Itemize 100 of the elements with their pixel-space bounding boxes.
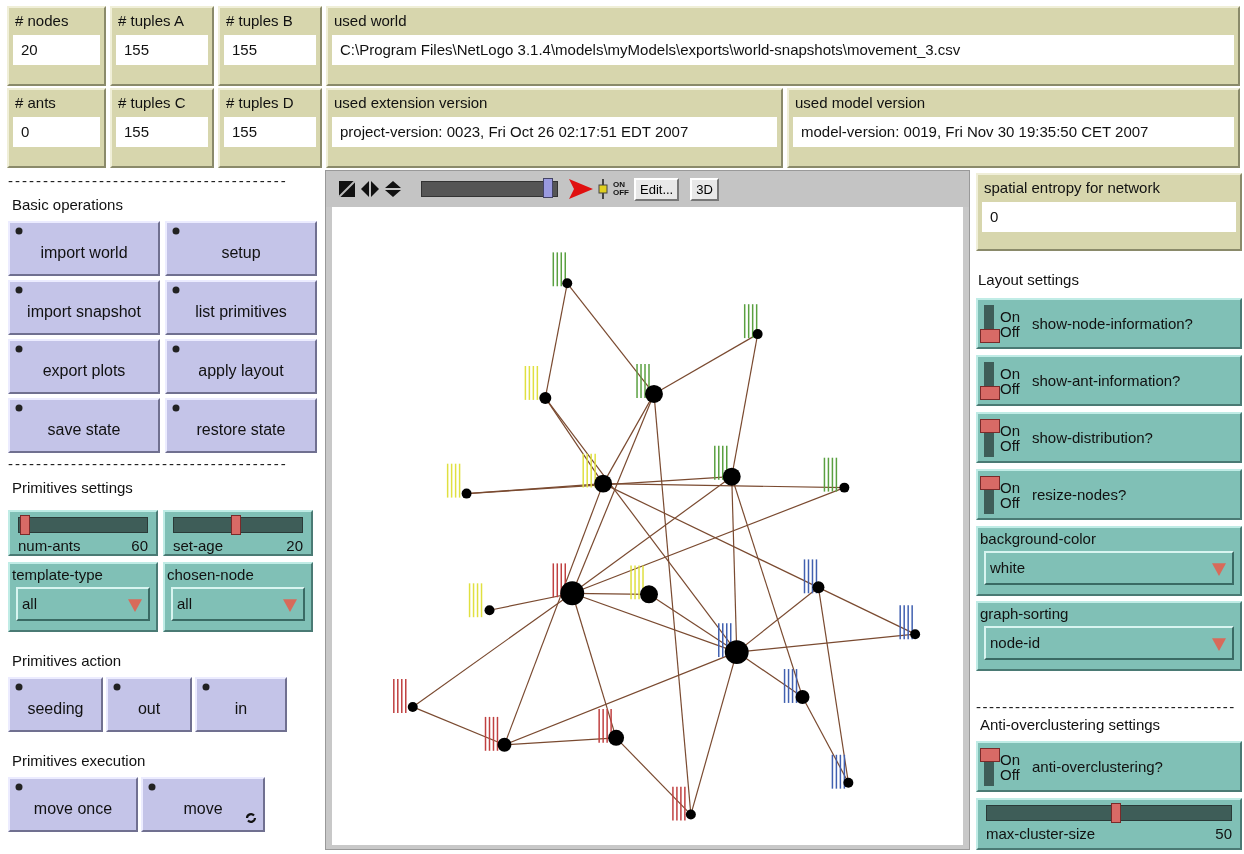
slider[interactable]: set-age 20 bbox=[163, 510, 313, 556]
switch-thumb[interactable] bbox=[980, 475, 1000, 490]
monitor-value: 155 bbox=[116, 35, 208, 65]
action-button[interactable]: import snapshot bbox=[8, 280, 160, 335]
monitor-label: # tuples A bbox=[117, 12, 185, 29]
switch-off-label: Off bbox=[1000, 766, 1020, 782]
slider-value: 20 bbox=[286, 537, 303, 554]
action-button[interactable]: list primitives bbox=[165, 280, 317, 335]
action-button[interactable]: export plots bbox=[8, 339, 160, 394]
slider-thumb[interactable] bbox=[19, 515, 30, 535]
switch-label: show-ant-information? bbox=[1032, 372, 1181, 389]
slider-label: set-age bbox=[173, 537, 224, 554]
chooser-label: chosen-node bbox=[167, 566, 255, 583]
action-key-icon bbox=[15, 683, 23, 691]
switch-on-label: On bbox=[1000, 479, 1020, 495]
action-key-icon bbox=[172, 345, 180, 353]
monitor-value: 155 bbox=[224, 35, 316, 65]
action-key-icon bbox=[172, 286, 180, 294]
chooser-label: graph-sorting bbox=[980, 605, 1070, 622]
switch-thumb[interactable] bbox=[980, 747, 1000, 762]
action-button[interactable]: apply layout bbox=[165, 339, 317, 394]
monitor-value: 20 bbox=[13, 35, 100, 65]
action-button[interactable]: in bbox=[195, 677, 287, 732]
switch-off-label: Off bbox=[1000, 380, 1020, 396]
action-button[interactable]: restore state bbox=[165, 398, 317, 453]
dropdown[interactable]: node-id bbox=[984, 626, 1234, 660]
section-heading: Primitives execution bbox=[12, 752, 147, 769]
dropdown-arrow-icon bbox=[128, 598, 142, 612]
monitor-value: model-version: 0019, Fri Nov 30 19:35:50 CET 2007 bbox=[793, 117, 1234, 147]
switch-label: anti-overclustering? bbox=[1032, 758, 1163, 775]
slider[interactable]: max-cluster-size 50 bbox=[976, 798, 1242, 850]
action-button[interactable]: seeding bbox=[8, 677, 103, 732]
action-key-icon bbox=[172, 404, 180, 412]
action-key-icon bbox=[113, 683, 121, 691]
switch-off-label: Off bbox=[1000, 437, 1020, 453]
switch-label: show-node-information? bbox=[1032, 315, 1193, 332]
speed-slider[interactable] bbox=[421, 181, 558, 197]
section-heading: Layout settings bbox=[978, 271, 1080, 288]
dropdown-arrow-icon bbox=[1212, 562, 1226, 576]
section-heading: Anti-overclustering settings bbox=[980, 716, 1162, 733]
section-heading: Primitives action bbox=[12, 652, 123, 669]
action-key-icon bbox=[202, 683, 210, 691]
switch-on-label: On bbox=[1000, 308, 1020, 324]
switch-icon[interactable] bbox=[598, 179, 608, 199]
3d-button[interactable]: 3D bbox=[690, 177, 719, 201]
switch-label: resize-nodes? bbox=[1032, 486, 1127, 503]
monitor-value: project-version: 0023, Fri Oct 26 02:17:51 EDT 2007 bbox=[332, 117, 777, 147]
section-heading: Basic operations bbox=[12, 196, 124, 213]
action-key-icon bbox=[15, 404, 23, 412]
slider-value: 60 bbox=[131, 537, 148, 554]
monitor-label: # ants bbox=[14, 94, 57, 111]
switch-thumb[interactable] bbox=[980, 418, 1000, 433]
switch-thumb[interactable] bbox=[980, 385, 1000, 400]
action-button[interactable]: import world bbox=[8, 221, 160, 276]
switch-off-label: Off bbox=[1000, 323, 1020, 339]
monitor-value: C:\Program Files\NetLogo 3.1.4\models\myModels\exports\world-snapshots\movement_3.csv bbox=[332, 35, 1234, 65]
switch-on-label: On bbox=[1000, 422, 1020, 438]
divider-note: ---------------------------------------- bbox=[976, 698, 1237, 716]
monitor-value: 155 bbox=[224, 117, 316, 147]
slider-label: num-ants bbox=[18, 537, 81, 554]
switch-off-label: Off bbox=[1000, 494, 1020, 510]
action-key-icon bbox=[148, 783, 156, 791]
resize-icon[interactable] bbox=[338, 181, 356, 197]
action-key-icon bbox=[15, 227, 23, 235]
slider-thumb[interactable] bbox=[231, 515, 242, 535]
action-key-icon bbox=[15, 783, 23, 791]
switch-thumb[interactable] bbox=[980, 328, 1000, 343]
action-key-icon bbox=[172, 227, 180, 235]
chooser-label: template-type bbox=[12, 566, 104, 583]
monitor-label: used world bbox=[333, 12, 408, 29]
monitor-label: # tuples C bbox=[117, 94, 187, 111]
switch-on-label: On bbox=[1000, 365, 1020, 381]
action-button[interactable]: move bbox=[141, 777, 265, 832]
play-arrow-icon bbox=[569, 179, 593, 199]
action-button[interactable]: setup bbox=[165, 221, 317, 276]
switch-label: show-distribution? bbox=[1032, 429, 1153, 446]
slider-thumb[interactable] bbox=[1110, 803, 1121, 823]
section-heading: Primitives settings bbox=[12, 479, 134, 496]
speed-slider-thumb[interactable] bbox=[542, 178, 553, 198]
monitor-label: used extension version bbox=[333, 94, 489, 111]
monitor-label: # tuples B bbox=[225, 12, 294, 29]
monitor-label: used model version bbox=[794, 94, 927, 111]
divider-note: ---------------------------------------- bbox=[8, 172, 289, 190]
dropdown[interactable]: all bbox=[171, 587, 305, 621]
horizontal-arrows-icon[interactable] bbox=[361, 181, 379, 197]
action-button[interactable]: save state bbox=[8, 398, 160, 453]
monitor-label: # nodes bbox=[14, 12, 70, 29]
monitor-label: spatial entropy for network bbox=[983, 179, 1161, 196]
action-button[interactable]: out bbox=[106, 677, 192, 732]
action-button[interactable]: move once bbox=[8, 777, 138, 832]
slider[interactable]: num-ants 60 bbox=[8, 510, 158, 556]
monitor-value: 155 bbox=[116, 117, 208, 147]
dropdown[interactable]: white bbox=[984, 551, 1234, 585]
view-updates-label: ON OFF bbox=[613, 181, 629, 197]
edit-button[interactable]: Edit... bbox=[634, 177, 680, 201]
vertical-arrows-icon[interactable] bbox=[384, 181, 402, 197]
dropdown-arrow-icon bbox=[283, 598, 297, 612]
switch-on-label: On bbox=[1000, 751, 1020, 767]
dropdown[interactable]: all bbox=[16, 587, 150, 621]
action-key-icon bbox=[15, 286, 23, 294]
